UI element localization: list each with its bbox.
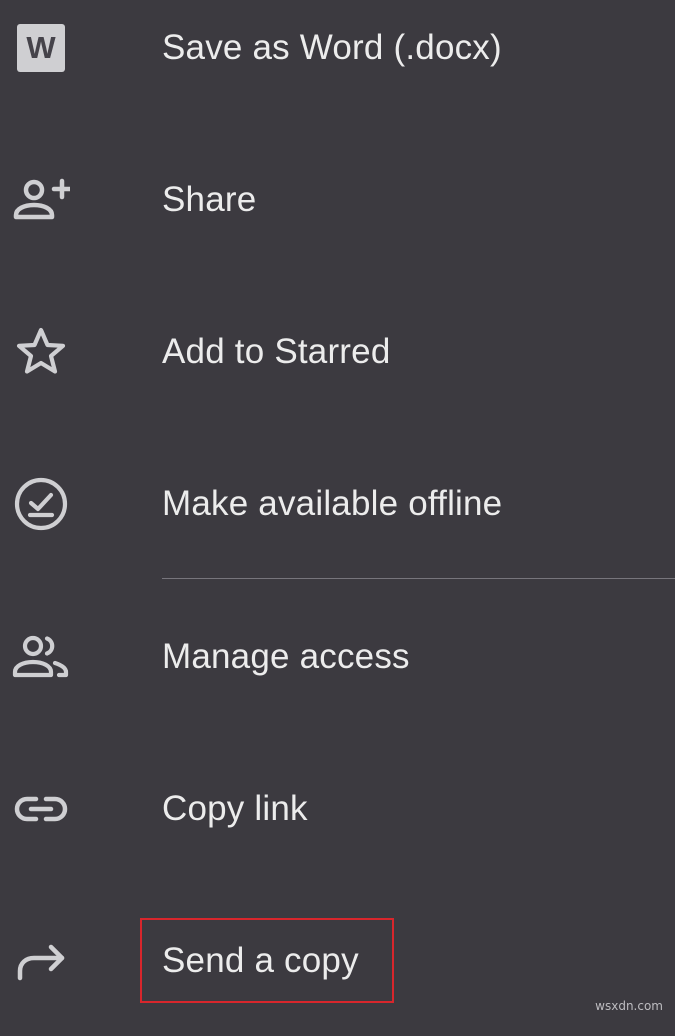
menu-item-label: Manage access [162,637,410,676]
menu-item-label: Make available offline [162,484,503,523]
menu-item-make-available-offline[interactable]: Make available offline [0,429,675,579]
menu-item-manage-access[interactable]: Manage access [0,582,675,732]
star-icon [12,323,70,381]
file-options-menu: W Save as Word (.docx) Share Add to Star… [0,0,675,1018]
menu-item-label: Add to Starred [162,332,391,371]
forward-arrow-icon [12,932,70,990]
word-badge: W [17,24,65,72]
link-icon [12,780,70,838]
menu-item-send-a-copy[interactable]: Send a copy [0,886,675,1036]
menu-item-label: Copy link [162,789,308,828]
menu-item-share[interactable]: Share [0,125,675,275]
menu-item-add-to-starred[interactable]: Add to Starred [0,277,675,427]
menu-divider [162,578,675,579]
menu-item-copy-link[interactable]: Copy link [0,734,675,884]
menu-item-save-as-word[interactable]: W Save as Word (.docx) [0,0,675,123]
people-icon [12,628,70,686]
offline-check-icon [12,475,70,533]
person-add-icon [12,171,70,229]
menu-item-label: Send a copy [162,941,359,980]
menu-item-label: Save as Word (.docx) [162,28,502,67]
word-icon: W [12,19,70,77]
menu-item-label: Share [162,180,257,219]
watermark: wsxdn.com [595,999,663,1013]
